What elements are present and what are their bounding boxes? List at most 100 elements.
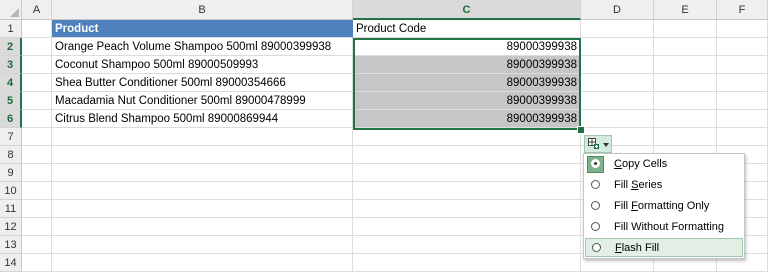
auto-fill-options-icon — [588, 138, 599, 149]
empty-cell[interactable] — [52, 128, 353, 146]
empty-cell[interactable] — [581, 56, 654, 74]
cell-b5-product[interactable]: Macadamia Nut Conditioner 500ml 89000478… — [52, 92, 353, 110]
menu-item-flash-fill[interactable]: Flash Fill — [585, 238, 743, 257]
row-header-9[interactable]: 9 — [0, 164, 22, 182]
empty-cell[interactable] — [353, 236, 581, 254]
empty-cell[interactable] — [581, 74, 654, 92]
empty-cell[interactable] — [717, 20, 768, 38]
menu-item-fill-formatting-only[interactable]: Fill Formatting Only — [585, 197, 743, 216]
empty-cell[interactable] — [22, 110, 52, 128]
empty-cell[interactable] — [654, 38, 717, 56]
row-header-3[interactable]: 3 — [0, 56, 22, 74]
empty-cell[interactable] — [654, 128, 717, 146]
empty-cell[interactable] — [52, 200, 353, 218]
menu-item-fill-without-formatting[interactable]: Fill Without Formatting — [585, 218, 743, 237]
radio-icon — [592, 243, 601, 252]
column-header-b[interactable]: B — [52, 0, 353, 20]
row-header-1[interactable]: 1 — [0, 20, 22, 38]
row-header-8[interactable]: 8 — [0, 146, 22, 164]
cell-b6-product[interactable]: Citrus Blend Shampoo 500ml 89000869944 — [52, 110, 353, 128]
menu-item-label: Fill Formatting Only — [614, 200, 710, 212]
empty-cell[interactable] — [22, 254, 52, 272]
empty-cell[interactable] — [353, 200, 581, 218]
row-header-12[interactable]: 12 — [0, 218, 22, 236]
cell-c1-product-code-header[interactable]: Product Code — [353, 20, 581, 38]
empty-cell[interactable] — [654, 74, 717, 92]
cell-c3-code[interactable]: 89000399938 — [353, 56, 581, 74]
cell-b4-product[interactable]: Shea Butter Conditioner 500ml 8900035466… — [52, 74, 353, 92]
empty-cell[interactable] — [52, 146, 353, 164]
empty-cell[interactable] — [22, 236, 52, 254]
row-header-14[interactable]: 14 — [0, 254, 22, 272]
row-header-11[interactable]: 11 — [0, 200, 22, 218]
empty-cell[interactable] — [22, 164, 52, 182]
column-header-a[interactable]: A — [22, 0, 52, 20]
empty-cell[interactable] — [353, 164, 581, 182]
empty-cell[interactable] — [22, 128, 52, 146]
cell-b2-product[interactable]: Orange Peach Volume Shampoo 500ml 890003… — [52, 38, 353, 56]
empty-cell[interactable] — [52, 254, 353, 272]
empty-cell[interactable] — [22, 38, 52, 56]
radio-icon — [591, 222, 600, 231]
radio-icon — [591, 159, 600, 168]
empty-cell[interactable] — [22, 218, 52, 236]
row-header-7[interactable]: 7 — [0, 128, 22, 146]
column-header-c[interactable]: C — [353, 0, 581, 20]
radio-icon — [591, 201, 600, 210]
select-all-corner[interactable] — [0, 0, 22, 20]
empty-cell[interactable] — [581, 20, 654, 38]
column-header-f[interactable]: F — [717, 0, 768, 20]
cell-c4-code[interactable]: 89000399938 — [353, 74, 581, 92]
cell-b3-product[interactable]: Coconut Shampoo 500ml 89000509993 — [52, 56, 353, 74]
empty-cell[interactable] — [52, 218, 353, 236]
empty-cell[interactable] — [353, 146, 581, 164]
row-header-4[interactable]: 4 — [0, 74, 22, 92]
cell-c2-code[interactable]: 89000399938 — [353, 38, 581, 56]
empty-cell[interactable] — [581, 110, 654, 128]
menu-item-label: Fill Series — [614, 179, 663, 191]
row-header-10[interactable]: 10 — [0, 182, 22, 200]
menu-item-label: Flash Fill — [615, 242, 660, 254]
row-header-5[interactable]: 5 — [0, 92, 22, 110]
menu-item-copy-cells[interactable]: Copy Cells — [585, 155, 743, 174]
empty-cell[interactable] — [52, 236, 353, 254]
empty-cell[interactable] — [353, 182, 581, 200]
empty-cell[interactable] — [717, 56, 768, 74]
empty-cell[interactable] — [22, 56, 52, 74]
empty-cell[interactable] — [654, 20, 717, 38]
menu-item-label: Fill Without Formatting — [614, 221, 725, 233]
empty-cell[interactable] — [22, 92, 52, 110]
empty-cell[interactable] — [52, 164, 353, 182]
empty-cell[interactable] — [353, 128, 581, 146]
empty-cell[interactable] — [52, 182, 353, 200]
empty-cell[interactable] — [22, 74, 52, 92]
menu-item-fill-series[interactable]: Fill Series — [585, 176, 743, 195]
empty-cell[interactable] — [581, 38, 654, 56]
empty-cell[interactable] — [654, 56, 717, 74]
empty-cell[interactable] — [717, 92, 768, 110]
empty-cell[interactable] — [353, 254, 581, 272]
row-header-13[interactable]: 13 — [0, 236, 22, 254]
empty-cell[interactable] — [717, 38, 768, 56]
empty-cell[interactable] — [654, 110, 717, 128]
fill-handle[interactable] — [577, 126, 585, 134]
cell-c6-code[interactable]: 89000399938 — [353, 110, 581, 128]
empty-cell[interactable] — [581, 92, 654, 110]
row-header-2[interactable]: 2 — [0, 38, 22, 56]
empty-cell[interactable] — [22, 182, 52, 200]
empty-cell[interactable] — [22, 20, 52, 38]
empty-cell[interactable] — [717, 74, 768, 92]
cell-b1-product-header[interactable]: Product — [52, 20, 353, 38]
column-header-d[interactable]: D — [581, 0, 654, 20]
empty-cell[interactable] — [22, 146, 52, 164]
column-header-e[interactable]: E — [654, 0, 717, 20]
empty-cell[interactable] — [353, 218, 581, 236]
auto-fill-options-button[interactable] — [584, 135, 612, 153]
row-header-6[interactable]: 6 — [0, 110, 22, 128]
cell-c5-code[interactable]: 89000399938 — [353, 92, 581, 110]
empty-cell[interactable] — [717, 128, 768, 146]
empty-cell[interactable] — [654, 92, 717, 110]
empty-cell[interactable] — [22, 200, 52, 218]
auto-fill-options-menu: Copy Cells Fill Series Fill Formatting O… — [583, 153, 745, 259]
empty-cell[interactable] — [717, 110, 768, 128]
